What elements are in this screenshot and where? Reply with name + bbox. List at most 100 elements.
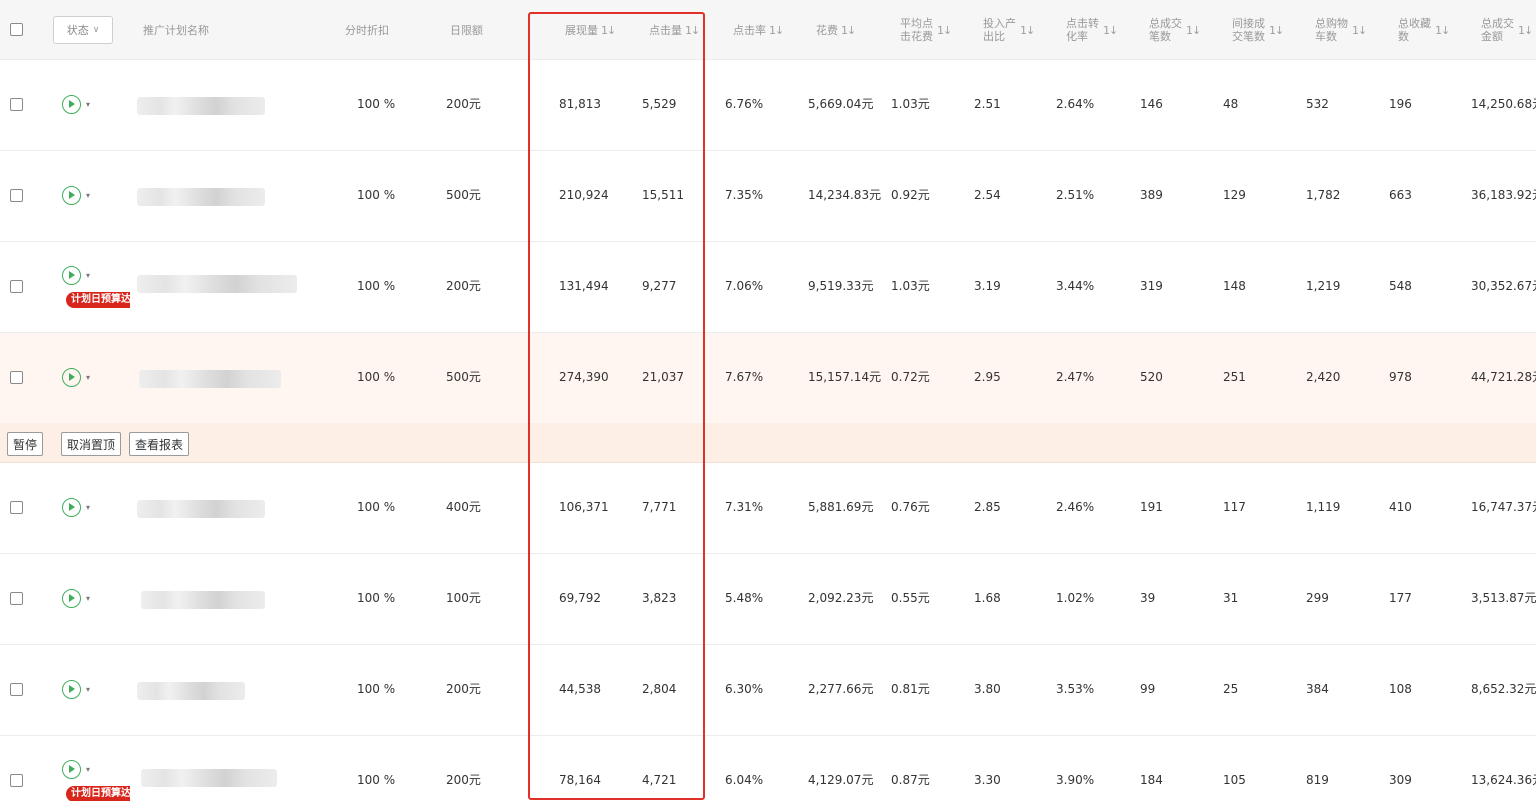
- table-row[interactable]: ▾ 计划日预算达 100 % 200元 131,494 9,277 7.06% 9,519.3…: [0, 242, 1536, 333]
- cell-indirect: 148: [1223, 279, 1246, 293]
- cell-orders: 191: [1140, 500, 1163, 514]
- cell-cvr: 2.47%: [1056, 370, 1095, 384]
- plan-name-redacted[interactable]: [141, 769, 277, 787]
- cell-cart: 1,119: [1306, 500, 1341, 514]
- table-row[interactable]: ▾ 100 % 100元 69,792 3,823 5.48% 2,092.23元 0.55元…: [0, 554, 1536, 645]
- chevron-down-icon[interactable]: ▾: [86, 594, 90, 603]
- cell-roi: 2.95: [974, 370, 1001, 384]
- plan-name-redacted[interactable]: [137, 500, 265, 518]
- cell-cost: 15,157.14元: [808, 370, 882, 384]
- cell-fav: 410: [1389, 500, 1412, 514]
- col-cost[interactable]: 花费 1↓: [816, 0, 856, 60]
- col-indirect-orders[interactable]: 间接成交笔数 1↓: [1232, 0, 1284, 60]
- play-icon[interactable]: [62, 95, 81, 114]
- cell-limit: 200元: [446, 279, 481, 293]
- select-all-checkbox[interactable]: [10, 23, 23, 36]
- sort-icon[interactable]: 1↓: [1352, 24, 1367, 37]
- col-avg-cpc[interactable]: 平均点击花费 1↓: [900, 0, 952, 60]
- table-row[interactable]: ▾ 计划日预算达 100 % 200元 78,164 4,721 6.04% 4,129.07…: [0, 736, 1536, 801]
- cell-cost: 2,092.23元: [808, 591, 874, 605]
- table-row[interactable]: ▾ 100 % 200元 44,538 2,804 6.30% 2,277.66元 0.81元…: [0, 645, 1536, 736]
- col-total-orders[interactable]: 总成交笔数 1↓: [1149, 0, 1201, 60]
- cell-cvr: 3.90%: [1056, 773, 1095, 787]
- plan-name-redacted[interactable]: [139, 370, 281, 388]
- sort-icon[interactable]: 1↓: [841, 24, 856, 37]
- cell-gmv: 8,652.32元: [1471, 682, 1536, 696]
- col-impressions[interactable]: 展现量 1↓: [565, 0, 616, 60]
- budget-status-badge: 计划日预算达: [66, 786, 130, 801]
- cell-indirect: 31: [1223, 591, 1239, 605]
- unpin-button[interactable]: 取消置顶: [61, 432, 122, 456]
- cell-orders: 184: [1140, 773, 1163, 787]
- plan-name-redacted[interactable]: [137, 275, 297, 293]
- row-checkbox[interactable]: [10, 189, 23, 202]
- table-row[interactable]: ▾ 100 % 500元 274,390 21,037 7.67% 15,157.14元 0.…: [0, 333, 1536, 424]
- col-cvr[interactable]: 点击转化率 1↓: [1066, 0, 1118, 60]
- cell-cart: 1,219: [1306, 279, 1341, 293]
- cell-discount: 100 %: [357, 97, 396, 111]
- sort-icon[interactable]: 1↓: [1435, 24, 1450, 37]
- row-checkbox[interactable]: [10, 774, 23, 787]
- sort-icon[interactable]: 1↓: [1103, 24, 1118, 37]
- sort-icon[interactable]: 1↓: [685, 24, 700, 37]
- play-icon[interactable]: [62, 760, 81, 779]
- cell-gmv: 36,183.92元: [1471, 188, 1536, 202]
- cell-limit: 200元: [446, 682, 481, 696]
- row-checkbox[interactable]: [10, 280, 23, 293]
- cell-cpc: 0.81元: [891, 682, 930, 696]
- sort-icon[interactable]: 1↓: [1020, 24, 1035, 37]
- cell-roi: 3.80: [974, 682, 1001, 696]
- cell-orders: 389: [1140, 188, 1163, 202]
- plan-name-redacted[interactable]: [137, 188, 265, 206]
- play-icon[interactable]: [62, 680, 81, 699]
- cell-cpc: 1.03元: [891, 279, 930, 293]
- play-icon[interactable]: [62, 498, 81, 517]
- chevron-down-icon[interactable]: ▾: [86, 271, 90, 280]
- cell-cost: 4,129.07元: [808, 773, 874, 787]
- chevron-down-icon[interactable]: ▾: [86, 191, 90, 200]
- sort-icon[interactable]: 1↓: [1269, 24, 1284, 37]
- sort-icon[interactable]: 1↓: [1518, 24, 1533, 37]
- cell-indirect: 251: [1223, 370, 1246, 384]
- plan-name-redacted[interactable]: [137, 682, 245, 700]
- play-icon[interactable]: [62, 266, 81, 285]
- play-icon[interactable]: [62, 368, 81, 387]
- cell-cpc: 0.55元: [891, 591, 930, 605]
- status-filter-dropdown[interactable]: 状态 ∨: [53, 16, 113, 44]
- col-clicks[interactable]: 点击量 1↓: [649, 0, 700, 60]
- table-row[interactable]: ▾ 100 % 500元 210,924 15,511 7.35% 14,234.83元 0.…: [0, 151, 1536, 242]
- chevron-down-icon[interactable]: ▾: [86, 100, 90, 109]
- table-row[interactable]: ▾ 100 % 400元 106,371 7,771 7.31% 5,881.69元 0.76…: [0, 463, 1536, 554]
- sort-icon[interactable]: 1↓: [937, 24, 952, 37]
- cell-clicks: 2,804: [642, 682, 677, 696]
- cell-clicks: 15,511: [642, 188, 684, 202]
- table-row[interactable]: ▾ 100 % 200元 81,813 5,529 6.76% 5,669.04元 1.03元…: [0, 60, 1536, 151]
- play-icon[interactable]: [62, 186, 81, 205]
- sort-icon[interactable]: 1↓: [1186, 24, 1201, 37]
- chevron-down-icon[interactable]: ▾: [86, 685, 90, 694]
- sort-icon[interactable]: 1↓: [769, 24, 784, 37]
- cell-impressions: 210,924: [559, 188, 609, 202]
- cell-roi: 2.85: [974, 500, 1001, 514]
- col-ctr[interactable]: 点击率 1↓: [733, 0, 784, 60]
- cell-limit: 200元: [446, 97, 481, 111]
- row-checkbox[interactable]: [10, 98, 23, 111]
- col-total-gmv[interactable]: 总成交金额 1↓: [1481, 0, 1533, 60]
- plan-name-redacted[interactable]: [141, 591, 265, 609]
- sort-icon[interactable]: 1↓: [601, 24, 616, 37]
- chevron-down-icon[interactable]: ▾: [86, 765, 90, 774]
- chevron-down-icon[interactable]: ▾: [86, 503, 90, 512]
- col-total-fav[interactable]: 总收藏数 1↓: [1398, 0, 1450, 60]
- row-checkbox[interactable]: [10, 683, 23, 696]
- col-roi[interactable]: 投入产出比 1↓: [983, 0, 1035, 60]
- row-checkbox[interactable]: [10, 371, 23, 384]
- row-checkbox[interactable]: [10, 592, 23, 605]
- pause-button[interactable]: 暂停: [7, 432, 44, 456]
- col-total-cart[interactable]: 总购物车数 1↓: [1315, 0, 1367, 60]
- chevron-down-icon[interactable]: ▾: [86, 373, 90, 382]
- plan-name-redacted[interactable]: [137, 97, 265, 115]
- cell-clicks: 21,037: [642, 370, 684, 384]
- play-icon[interactable]: [62, 589, 81, 608]
- view-report-button[interactable]: 查看报表: [129, 432, 190, 456]
- row-checkbox[interactable]: [10, 501, 23, 514]
